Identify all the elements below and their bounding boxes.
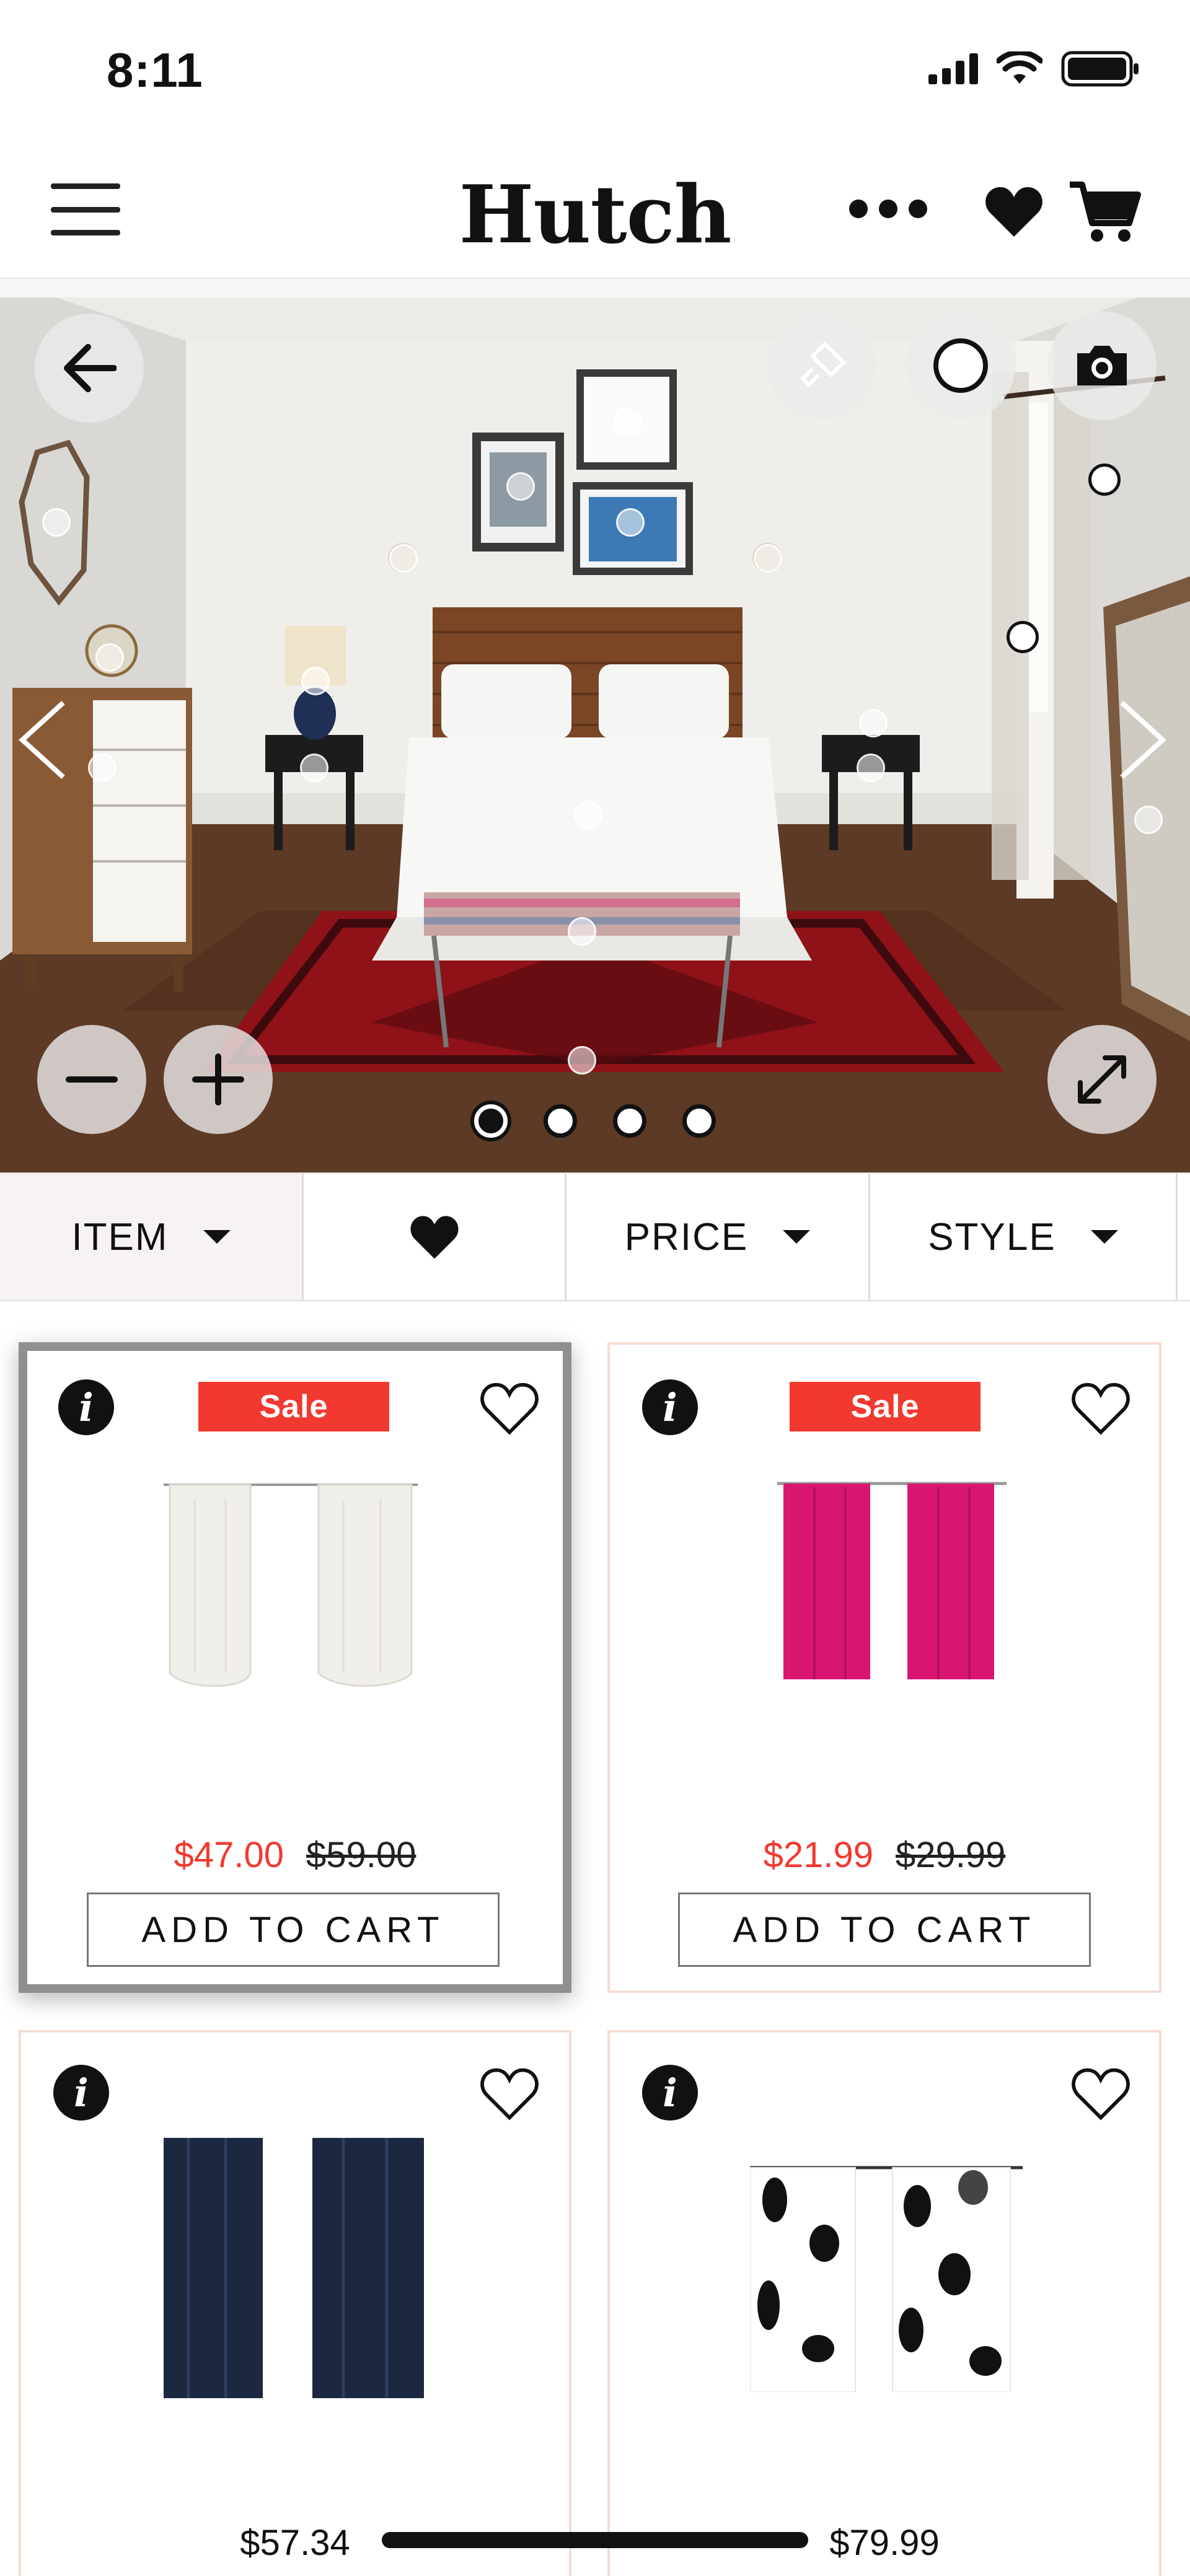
status-icons: [928, 51, 1140, 87]
price: $57.34: [240, 2523, 350, 2563]
hotspot-sconce-right[interactable]: [754, 544, 782, 573]
expand-icon: [1078, 1055, 1126, 1104]
filter-price[interactable]: PRICE: [566, 1174, 870, 1300]
hotspot-nightstand-left[interactable]: [300, 754, 328, 782]
original-price: $59.00: [306, 1835, 416, 1875]
filter-style[interactable]: STYLE: [870, 1174, 1178, 1300]
camera-button[interactable]: [1047, 311, 1157, 420]
filter-favorites[interactable]: [304, 1174, 566, 1300]
paint-brush-icon: [800, 341, 847, 388]
filter-price-label: PRICE: [624, 1215, 749, 1259]
carousel-dot[interactable]: [613, 1104, 646, 1138]
add-to-cart-button[interactable]: ADD TO CART: [678, 1892, 1091, 1967]
hotspot-mirror-right[interactable]: [1134, 806, 1163, 834]
hotspot-curtain-rod[interactable]: [1088, 464, 1121, 496]
hotspot-rug[interactable]: [568, 1046, 596, 1075]
hotspot-dresser[interactable]: [88, 754, 117, 782]
filter-bar: ITEM PRICE STYLE: [0, 1172, 1190, 1301]
add-to-cart-button[interactable]: ADD TO CART: [87, 1892, 500, 1967]
hotspot-frame-top[interactable]: [614, 408, 642, 436]
hotspot-frame-left[interactable]: [506, 472, 535, 501]
heart-outline-icon[interactable]: [480, 2066, 539, 2122]
carousel-dot[interactable]: [474, 1104, 508, 1138]
more-icon[interactable]: [849, 200, 927, 218]
hotspot-curtain[interactable]: [1007, 621, 1039, 653]
hotspot-bed[interactable]: [574, 801, 602, 829]
hotspot-lamp[interactable]: [301, 667, 330, 695]
product-image: [164, 2138, 424, 2398]
hotspot-globe[interactable]: [95, 643, 124, 672]
chevron-down-icon: [783, 1230, 811, 1244]
hotspot-nightstand-right[interactable]: [857, 754, 885, 782]
previous-arrow-icon[interactable]: [14, 697, 69, 783]
price-row: $21.99 $29.99: [610, 1834, 1159, 1876]
sale-price: $21.99: [763, 1835, 873, 1875]
back-button[interactable]: [35, 314, 144, 423]
cellular-signal-icon: [928, 53, 978, 84]
carousel-dot[interactable]: [544, 1104, 577, 1138]
info-icon[interactable]: i: [642, 2065, 698, 2121]
product-grid: i Sale $47.00 $59.00 ADD TO CART i Sale: [0, 1301, 1190, 2576]
heart-outline-icon[interactable]: [1071, 1381, 1130, 1436]
product-card[interactable]: i Sale $47.00 $59.00 ADD TO CART: [19, 1342, 571, 1993]
sale-badge: Sale: [198, 1382, 389, 1431]
product-image: [750, 2166, 1023, 2392]
filter-item-label: ITEM: [71, 1215, 169, 1259]
room-scene[interactable]: [0, 279, 1190, 1172]
hotspot-bench[interactable]: [568, 917, 596, 946]
product-image: [164, 1484, 418, 1687]
price: $79.99: [829, 2523, 940, 2563]
filter-item[interactable]: ITEM: [0, 1174, 304, 1300]
hotspot-vase-right[interactable]: [859, 709, 888, 737]
zoom-out-icon: [66, 1076, 118, 1083]
heart-icon[interactable]: [983, 181, 1045, 243]
sale-badge: Sale: [790, 1382, 981, 1431]
heart-outline-icon[interactable]: [480, 1381, 539, 1436]
wifi-icon: [997, 51, 1042, 84]
cart-icon[interactable]: [1067, 177, 1142, 245]
product-card[interactable]: i Sale $21.99 $29.99 ADD TO CART: [607, 1342, 1161, 1993]
app-header: Hutch: [0, 143, 1190, 279]
circle-outline-icon: [933, 338, 988, 393]
outline-toggle-button[interactable]: [906, 311, 1015, 420]
product-image: [777, 1482, 1007, 1679]
info-icon[interactable]: i: [53, 2065, 109, 2121]
home-indicator[interactable]: [382, 2532, 808, 2548]
product-card[interactable]: i $79.99: [607, 2030, 1161, 2576]
hotspot-sconce-left[interactable]: [389, 544, 418, 573]
hotspot-mirror[interactable]: [42, 508, 71, 537]
heart-outline-icon[interactable]: [1071, 2066, 1130, 2122]
sale-price: $47.00: [174, 1835, 284, 1875]
zoom-in-icon: [192, 1053, 244, 1106]
status-time: 8:11: [107, 43, 203, 97]
carousel-dots: [0, 1104, 1190, 1138]
battery-icon: [1061, 51, 1139, 87]
room-image: [0, 279, 1190, 1172]
next-arrow-icon[interactable]: [1116, 697, 1171, 783]
price-row: $47.00 $59.00: [27, 1834, 563, 1876]
back-arrow-icon: [64, 344, 117, 392]
paint-button[interactable]: [767, 311, 876, 420]
original-price: $29.99: [896, 1835, 1006, 1875]
carousel-dot[interactable]: [682, 1104, 716, 1138]
product-card[interactable]: i $57.34: [19, 2030, 571, 2576]
info-icon[interactable]: i: [58, 1379, 114, 1435]
heart-icon: [410, 1216, 459, 1259]
status-bar: 8:11: [0, 0, 1190, 143]
chevron-down-icon: [1090, 1230, 1118, 1244]
camera-icon: [1077, 346, 1127, 385]
info-icon[interactable]: i: [642, 1379, 698, 1435]
chevron-down-icon: [203, 1230, 231, 1244]
hotspot-frame-blue[interactable]: [616, 508, 645, 537]
filter-style-label: STYLE: [928, 1215, 1056, 1259]
